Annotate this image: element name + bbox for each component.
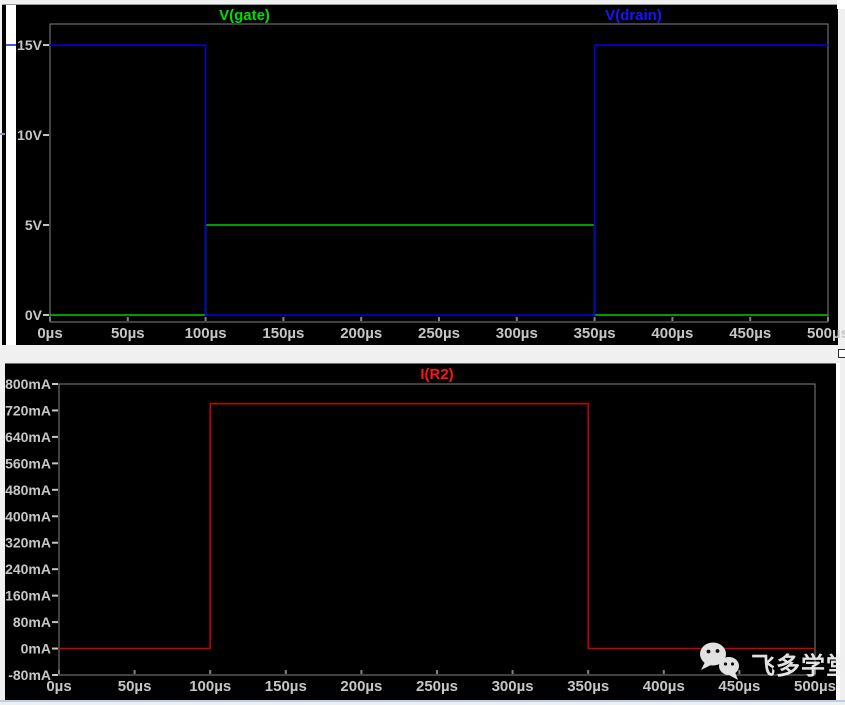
window-restore-icon[interactable] [838,349,845,358]
waveform-viewer: 0V5V10V15V0µs50µs100µs150µs200µs250µs300… [0,0,845,705]
window-left-margin [6,5,16,345]
edge-tick-dash [0,133,5,135]
voltage-plot-pane[interactable] [16,5,838,345]
window-corner [837,0,845,9]
wechat-icon [693,640,749,685]
window-bottom-edge [0,700,845,702]
watermark: 飞多学堂 [693,640,843,685]
edge-tick-dash [6,44,16,46]
watermark-text: 飞多学堂 [751,646,845,681]
